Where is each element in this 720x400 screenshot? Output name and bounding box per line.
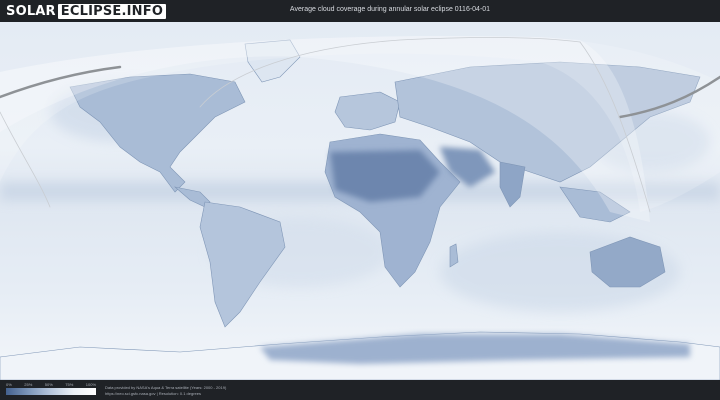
scale-tick: 100% (85, 382, 96, 387)
cloud-coverage-map (0, 22, 720, 380)
map-title: Average cloud coverage during annular so… (289, 6, 491, 13)
cloud-scale-legend: 0% 25% 50% 75% 100% (6, 382, 96, 396)
scale-tick: 75% (65, 382, 74, 387)
scale-color-bar (6, 388, 96, 395)
site-logo[interactable]: SOLAR ECLIPSE.INFO (6, 3, 167, 19)
scale-tick: 50% (44, 382, 53, 387)
scale-tick: 25% (24, 382, 33, 387)
data-credit: Data provided by NASA's Aqua & Terra sat… (105, 385, 226, 397)
footer-bar: 0% 25% 50% 75% 100% Data provided by NAS… (0, 380, 720, 400)
scale-ticks: 0% 25% 50% 75% 100% (6, 382, 96, 387)
logo-eclipse-text: ECLIPSE.INFO (57, 3, 167, 19)
scale-tick: 0% (6, 382, 12, 387)
header-bar: SOLAR ECLIPSE.INFO Average cloud coverag… (0, 0, 720, 22)
credit-source-link[interactable]: https://neo.sci.gsfc.nasa.gov | Resoluti… (105, 391, 226, 397)
logo-solar-text: SOLAR (6, 3, 56, 19)
